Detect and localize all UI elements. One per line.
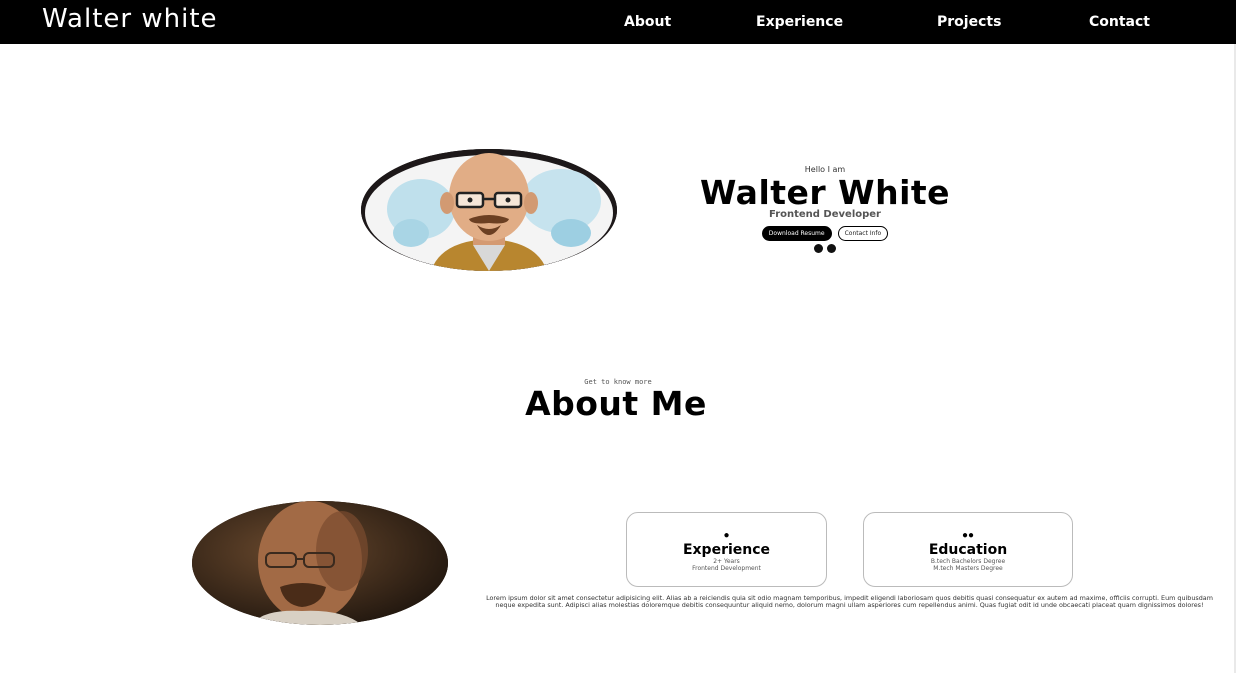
nav-link-experience[interactable]: Experience — [756, 14, 843, 30]
education-card-title: Education — [928, 542, 1008, 558]
download-resume-button[interactable]: Download Resume — [761, 226, 832, 241]
hero-buttons: Download Resume Contact Info — [640, 226, 1010, 241]
linkedin-icon[interactable] — [827, 244, 836, 253]
contact-info-button[interactable]: Contact Info — [837, 226, 889, 241]
hero-role: Frontend Developer — [769, 209, 881, 220]
experience-card: ● Experience 2+ Years Frontend Developme… — [626, 512, 827, 587]
nav-link-contact[interactable]: Contact — [1089, 14, 1150, 30]
group-icon: ●● — [961, 530, 975, 541]
person-icon: ● — [723, 530, 730, 541]
github-icon[interactable] — [814, 244, 823, 253]
navbar: Walter white About Experience Projects C… — [0, 0, 1236, 44]
experience-card-title: Experience — [682, 542, 771, 558]
hero-text: Hello I am Walter White Frontend Develop… — [640, 165, 1010, 253]
social-links — [640, 244, 1010, 253]
nav-link-about[interactable]: About — [624, 14, 671, 30]
experience-card-line: 2+ Years — [713, 558, 740, 565]
about-photo — [192, 501, 448, 625]
hero-avatar — [361, 149, 617, 271]
education-card-line: B.tech Bachelors Degree — [930, 558, 1006, 565]
hero-name: Walter White — [699, 173, 951, 212]
brand-logo[interactable]: Walter white — [42, 4, 218, 34]
about-title: About Me — [525, 384, 707, 423]
education-card-line: M.tech Masters Degree — [933, 565, 1003, 572]
experience-card-line: Frontend Development — [692, 565, 761, 572]
education-card: ●● Education B.tech Bachelors Degree M.t… — [863, 512, 1073, 587]
nav-link-projects[interactable]: Projects — [937, 14, 1001, 30]
about-description: Lorem ipsum dolor sit amet consectetur a… — [486, 594, 1213, 610]
